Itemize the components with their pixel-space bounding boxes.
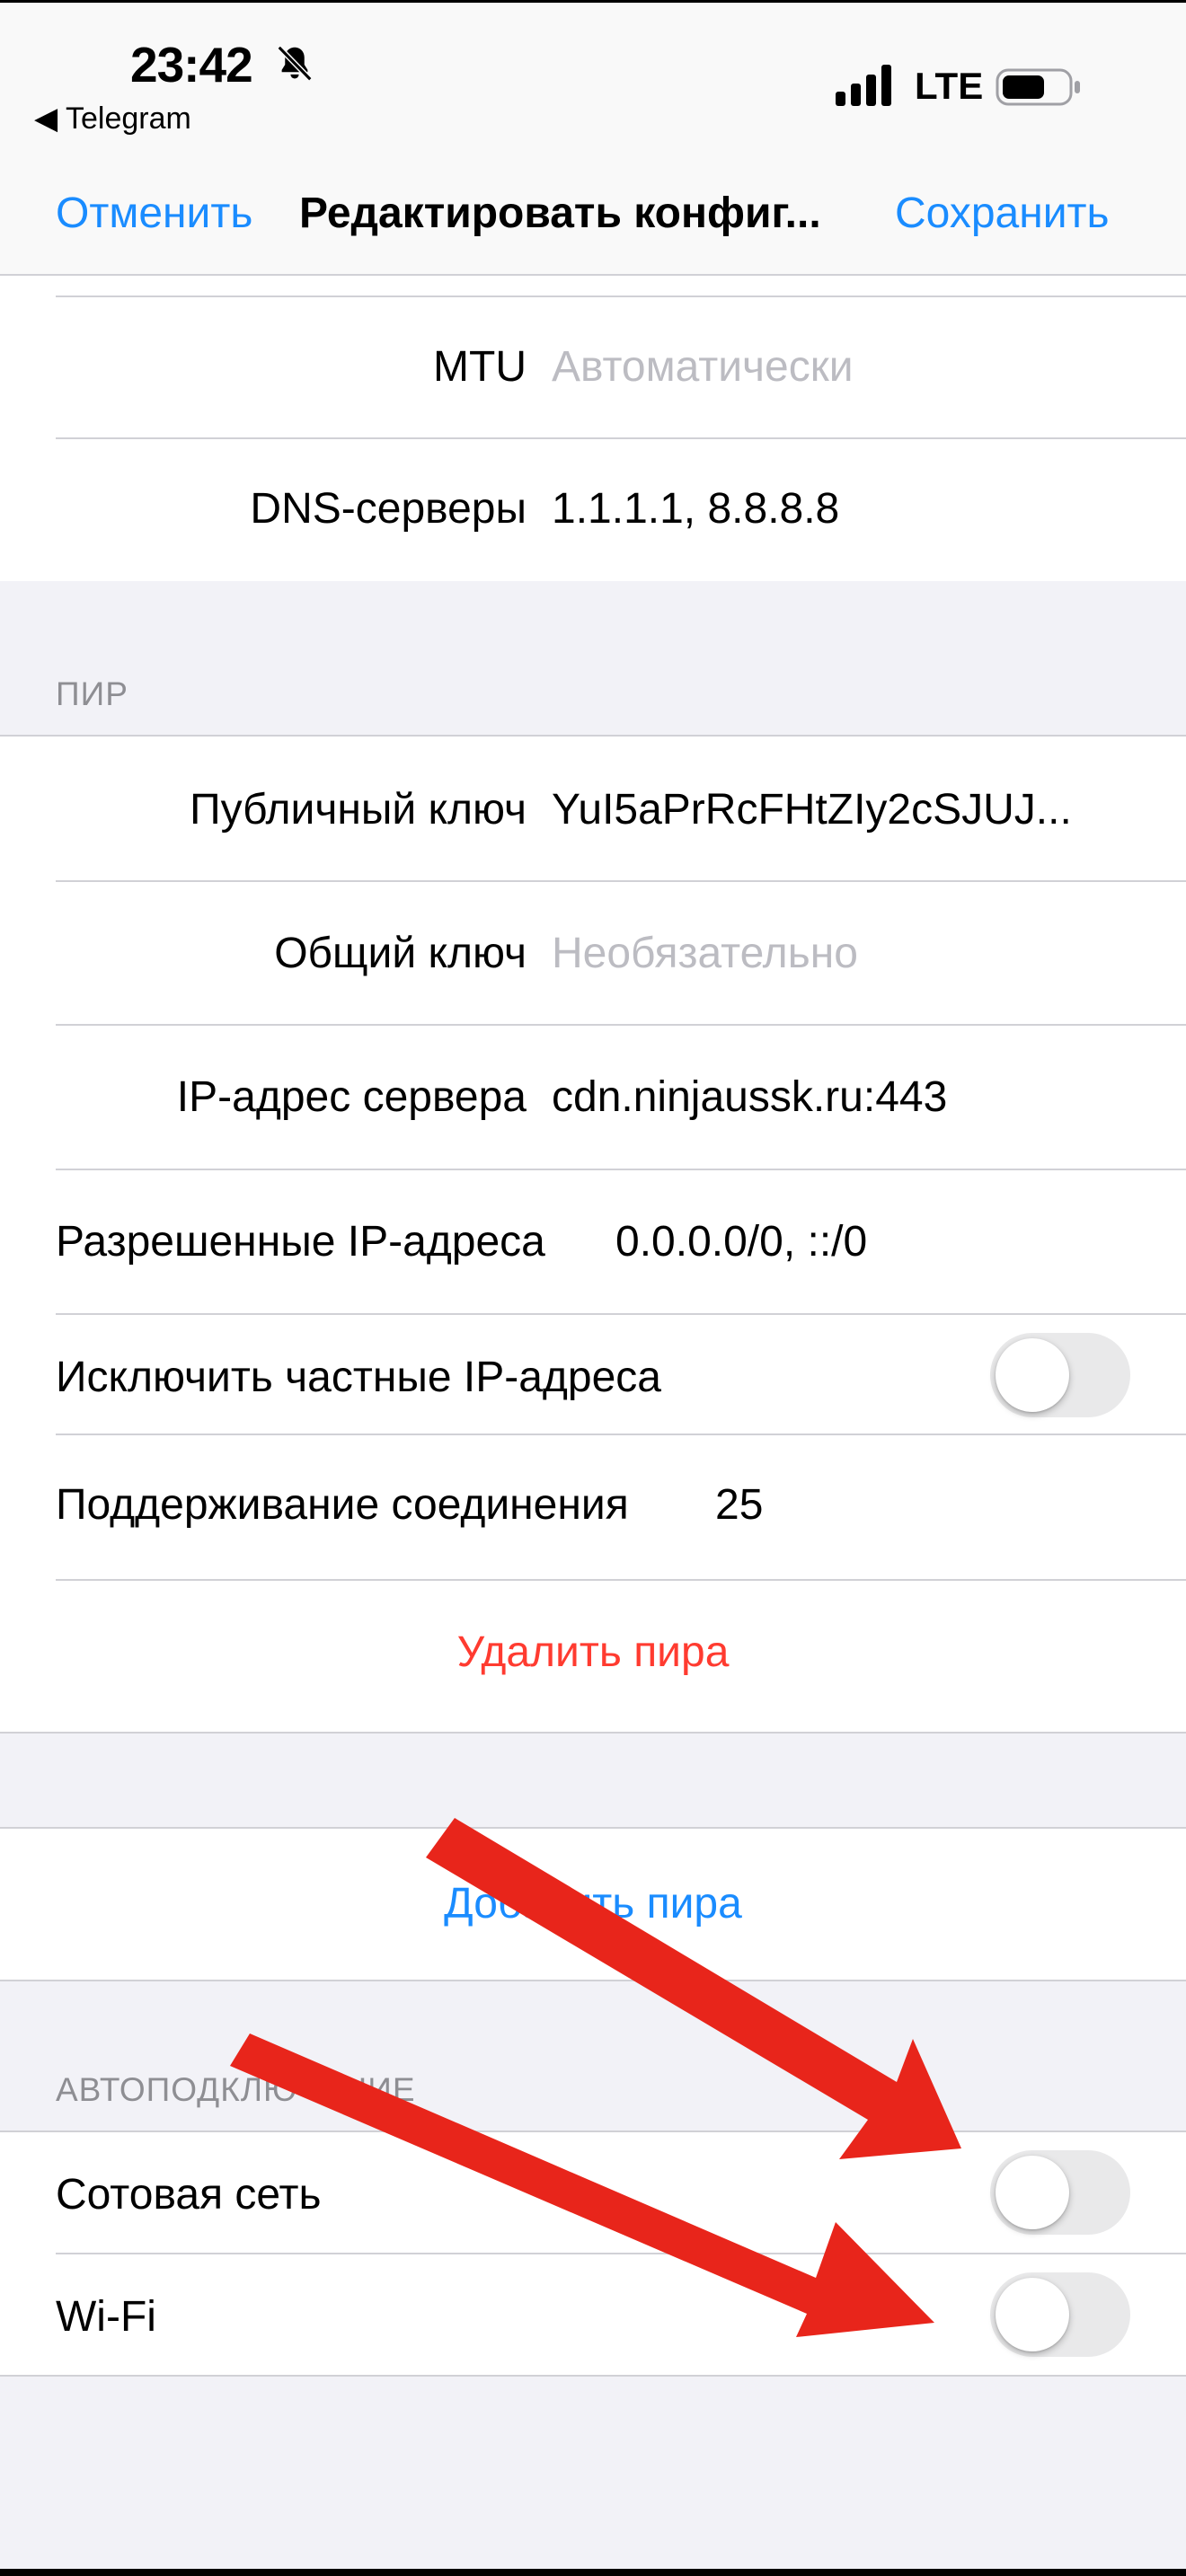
status-time: 23:42 — [130, 37, 253, 93]
allowed-ips-row[interactable]: Разрешенные IP-адреса 0.0.0.0/0, ::/0 — [0, 1170, 1186, 1314]
page-title: Редактировать конфиг... — [299, 190, 821, 237]
endpoint-row[interactable]: IP-адрес сервера cdn.ninjaussk.ru:443 — [0, 1026, 1186, 1169]
exclude-private-ips-row: Исключить частные IP-адреса — [0, 1315, 1186, 1434]
public-key-label: Публичный ключ — [190, 786, 527, 834]
public-key-row[interactable]: Публичный ключ YuI5aPrRcFHtZIy2cSJUJ... — [0, 737, 1186, 880]
on-demand-group: Сотовая сеть Wi-Fi — [0, 2130, 1186, 2377]
endpoint-label: IP-адрес сервера — [176, 1073, 527, 1121]
toggle-knob — [996, 2156, 1069, 2229]
dns-input[interactable]: 1.1.1.1, 8.8.8.8 — [552, 484, 839, 534]
allowed-ips-label: Разрешенные IP-адреса — [56, 1218, 545, 1266]
row-separator — [56, 1579, 1186, 1581]
exclude-private-ips-toggle[interactable] — [990, 1333, 1130, 1417]
keepalive-row[interactable]: Поддерживание соединения 25 — [0, 1435, 1186, 1579]
battery-icon — [996, 68, 1080, 106]
screen-edge — [0, 2569, 1186, 2576]
add-peer-button[interactable]: Добавить пира — [0, 1879, 1186, 1928]
keepalive-input[interactable]: 25 — [715, 1480, 763, 1530]
preshared-key-row[interactable]: Общий ключ Необязательно — [0, 882, 1186, 1026]
network-type: LTE — [915, 65, 984, 107]
bell-slash-icon — [277, 45, 313, 82]
endpoint-input[interactable]: cdn.ninjaussk.ru:443 — [552, 1072, 947, 1122]
mtu-label: MTU — [433, 343, 527, 391]
wifi-toggle[interactable] — [990, 2272, 1130, 2357]
preshared-key-label: Общий ключ — [274, 930, 527, 977]
toggle-knob — [996, 1338, 1069, 1412]
cancel-button[interactable]: Отменить — [56, 189, 252, 238]
allowed-ips-input[interactable]: 0.0.0.0/0, ::/0 — [615, 1217, 867, 1266]
delete-peer-button[interactable]: Удалить пира — [0, 1628, 1186, 1677]
dns-label: DNS-серверы — [250, 485, 527, 533]
screen-edge — [0, 0, 1186, 3]
keepalive-label: Поддерживание соединения — [56, 1481, 629, 1529]
public-key-value[interactable]: YuI5aPrRcFHtZIy2cSJUJ... — [552, 785, 1072, 834]
mtu-input[interactable]: Автоматически — [552, 342, 854, 392]
dns-row[interactable]: DNS-серверы 1.1.1.1, 8.8.8.8 — [0, 439, 1186, 581]
preshared-key-input[interactable]: Необязательно — [552, 929, 858, 978]
add-peer-group: Добавить пира — [0, 1827, 1186, 1981]
wifi-label: Wi-Fi — [56, 2293, 156, 2341]
cellular-row: Сотовая сеть — [0, 2132, 1186, 2253]
toggle-knob — [996, 2278, 1069, 2351]
mtu-row[interactable]: MTU Автоматически — [0, 297, 1186, 441]
cellular-label: Сотовая сеть — [56, 2171, 322, 2219]
peer-section-header: ПИР — [56, 675, 128, 712]
save-button[interactable]: Сохранить — [895, 189, 1110, 238]
wifi-row: Wi-Fi — [0, 2254, 1186, 2375]
on-demand-section-header: АВТОПОДКЛЮЧЕНИЕ — [56, 2071, 416, 2108]
cellular-toggle[interactable] — [990, 2150, 1130, 2235]
back-to-telegram-link[interactable]: ◀ Telegram — [34, 101, 191, 137]
cellular-signal-icon — [836, 65, 891, 106]
peer-group: Публичный ключ YuI5aPrRcFHtZIy2cSJUJ... … — [0, 735, 1186, 1734]
interface-group: MTU Автоматически DNS-серверы 1.1.1.1, 8… — [0, 276, 1186, 581]
exclude-private-ips-label: Исключить частные IP-адреса — [56, 1354, 661, 1401]
